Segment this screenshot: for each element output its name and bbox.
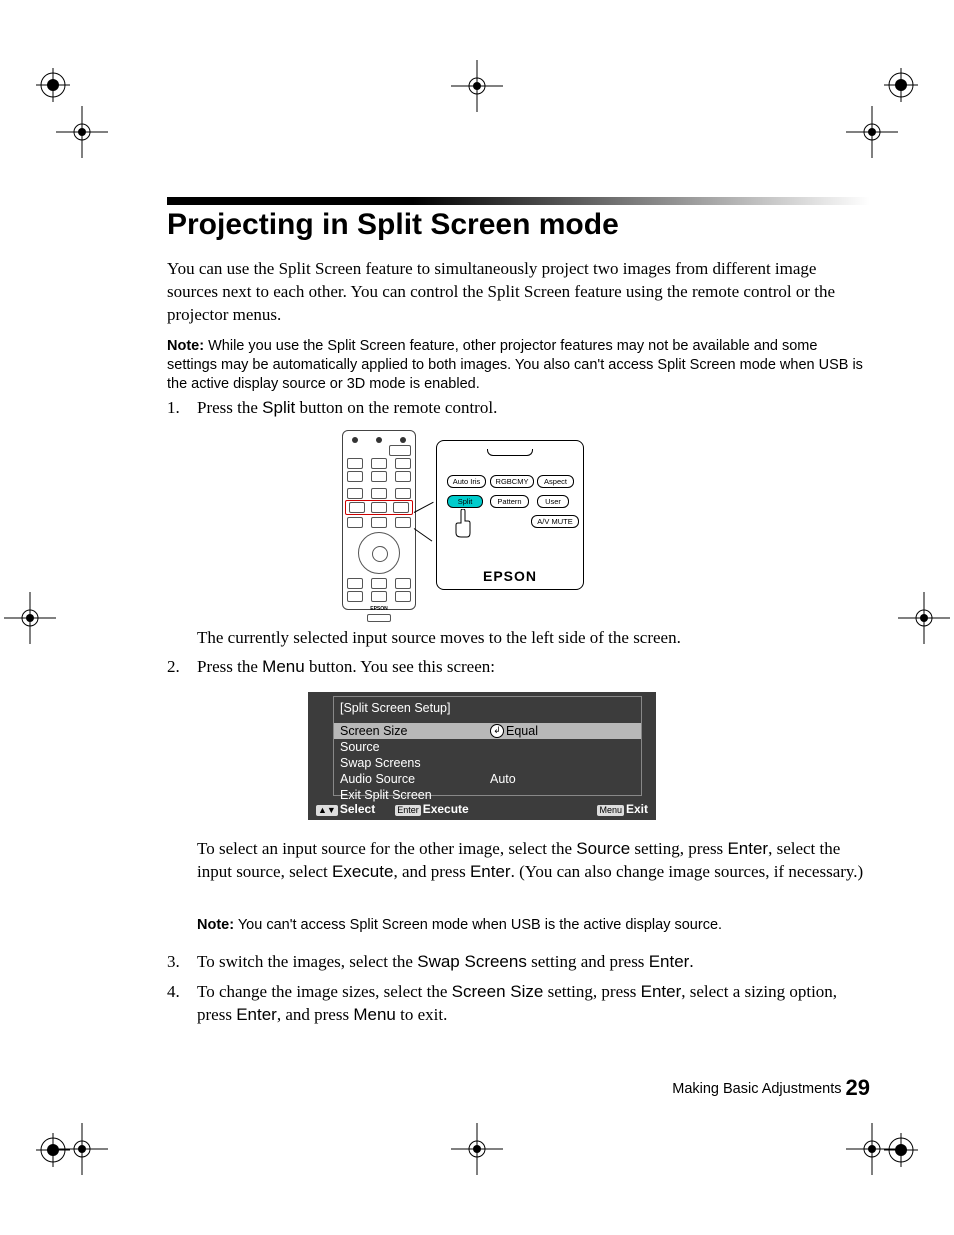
crop-mark-icon <box>846 1123 898 1175</box>
user-button: User <box>537 495 569 508</box>
note-1-text: While you use the Split Screen feature, … <box>167 338 863 392</box>
osd-row-source: Source <box>334 739 641 755</box>
section-divider <box>167 197 870 205</box>
select-icon: ▲▼ <box>316 805 338 816</box>
auto-iris-button: Auto Iris <box>447 475 486 488</box>
crop-mark-icon <box>846 106 898 158</box>
osd-screenshot: [Split Screen Setup] Screen Size ↲ Equal… <box>308 692 656 820</box>
osd-row-swap: Swap Screens <box>334 755 641 771</box>
registration-mark-icon <box>884 68 918 102</box>
note-2-label: Note: <box>197 917 234 933</box>
step-2-instruction: To select an input source for the other … <box>197 838 870 884</box>
pattern-button: Pattern <box>490 495 529 508</box>
page-footer: Making Basic Adjustments 29 <box>672 1075 870 1101</box>
note-1: Note: While you use the Split Screen fea… <box>167 337 870 394</box>
aspect-button: Aspect <box>537 475 574 488</box>
crop-mark-icon <box>4 592 56 644</box>
osd-title: [Split Screen Setup] <box>334 697 641 719</box>
page-number: 29 <box>846 1075 870 1100</box>
return-icon: ↲ <box>490 724 504 738</box>
step-1-result: The currently selected input source move… <box>197 627 870 650</box>
note-2: Note: You can't access Split Screen mode… <box>197 917 870 933</box>
epson-logo: EPSON <box>437 568 583 584</box>
step-3-number: 3. <box>167 951 197 974</box>
step-2-number: 2. <box>167 657 197 677</box>
rgbcmy-button: RGBCMY <box>490 475 534 488</box>
note-2-text: You can't access Split Screen mode when … <box>234 917 722 933</box>
step-4-number: 4. <box>167 981 197 1004</box>
osd-row-screen-size: Screen Size ↲ Equal <box>334 723 641 739</box>
remote-callout: Auto Iris RGBCMY Aspect Split Pattern Us… <box>436 440 584 590</box>
osd-row-exit: Exit Split Screen <box>334 787 641 803</box>
remote-highlighted-row <box>345 500 413 515</box>
pointing-hand-icon <box>452 509 474 545</box>
step-3: 3.To switch the images, select the Swap … <box>167 951 870 974</box>
step-2: 2.Press the Menu button. You see this sc… <box>167 657 870 677</box>
osd-footer: ▲▼Select EnterExecute MenuExit <box>316 802 648 816</box>
step-4: 4. To change the image sizes, select the… <box>167 981 870 1027</box>
crop-mark-icon <box>451 1123 503 1175</box>
crop-mark-icon <box>56 1123 108 1175</box>
registration-mark-icon <box>36 68 70 102</box>
intro-paragraph: You can use the Split Screen feature to … <box>167 258 870 327</box>
remote-figure: EPSON Auto Iris RGBCMY Aspect Split Patt… <box>342 430 592 610</box>
osd-row-audio: Audio SourceAuto <box>334 771 641 787</box>
split-button: Split <box>447 495 483 508</box>
menu-button-ref: Menu <box>262 657 305 676</box>
note-1-label: Note: <box>167 338 204 354</box>
step-1: 1.Press the Split button on the remote c… <box>167 398 870 418</box>
crop-mark-icon <box>898 592 950 644</box>
remote-control-illustration: EPSON <box>342 430 416 610</box>
page-heading: Projecting in Split Screen mode <box>167 208 619 242</box>
footer-section-title: Making Basic Adjustments <box>672 1081 841 1097</box>
step-1-number: 1. <box>167 398 197 418</box>
av-mute-button: A/V MUTE <box>531 515 579 528</box>
crop-mark-icon <box>451 60 503 112</box>
split-button-ref: Split <box>262 398 295 417</box>
crop-mark-icon <box>56 106 108 158</box>
